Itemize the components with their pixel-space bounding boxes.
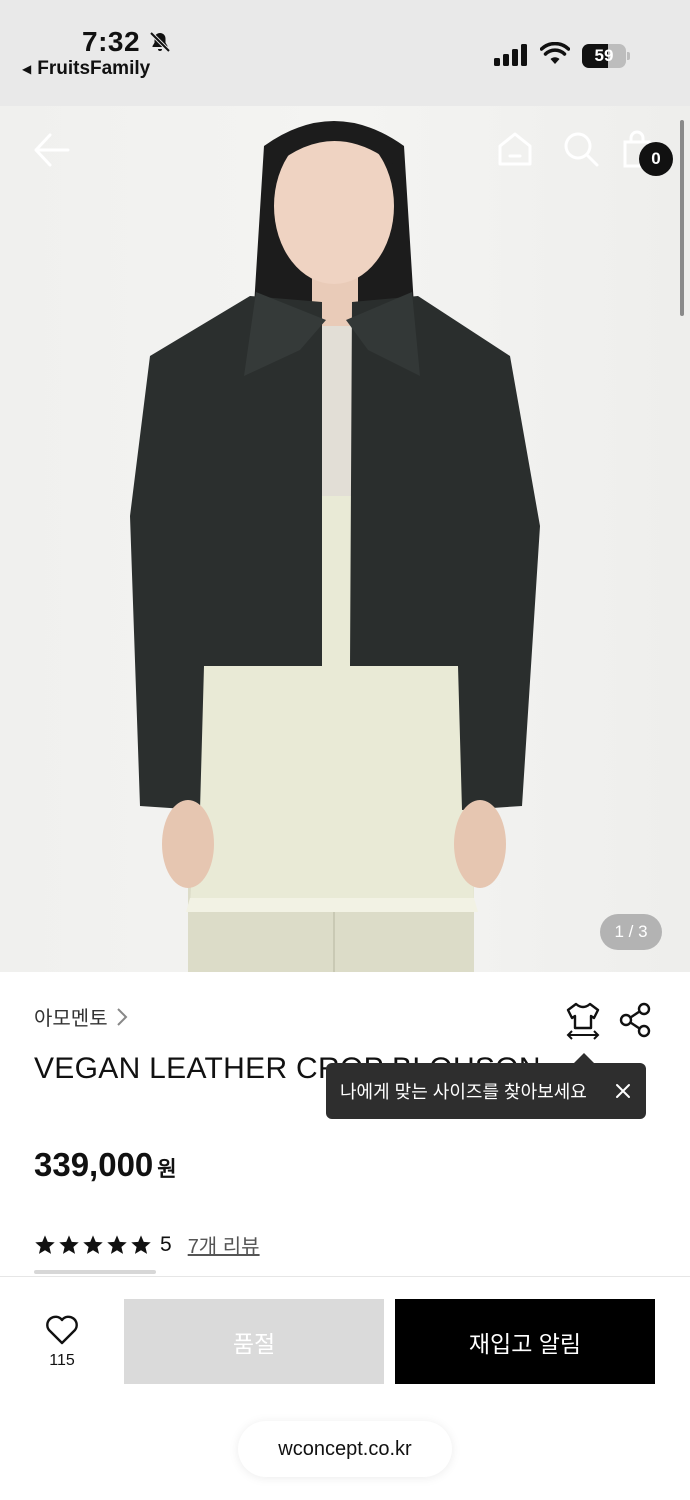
tooltip-text: 나에게 맞는 사이즈를 찾아보세요	[340, 1082, 587, 1102]
status-bar: 7:32 ◀ FruitsFamily 59	[0, 0, 690, 106]
bottom-action-bar: 115 품절 재입고 알림 wconcept.co.kr	[0, 1276, 690, 1500]
gallery-page-counter: 1 / 3	[600, 914, 662, 950]
brand-link[interactable]: 아모멘토	[34, 1002, 128, 1031]
price-value: 339,000	[34, 1146, 154, 1183]
rating-stars	[34, 1234, 152, 1256]
section-divider	[34, 1270, 156, 1274]
size-guide-shirt-icon[interactable]	[564, 1000, 602, 1040]
star-icon	[83, 1234, 103, 1254]
restock-alert-button[interactable]: 재입고 알림	[395, 1299, 655, 1384]
home-icon[interactable]	[496, 130, 534, 168]
back-app-label: FruitsFamily	[37, 58, 151, 79]
rating-row: 5 7개 리뷰	[34, 1230, 260, 1259]
share-icon[interactable]	[618, 1002, 652, 1038]
product-photo	[130, 121, 540, 972]
battery-icon: 59	[582, 44, 630, 68]
wifi-icon	[540, 42, 570, 64]
soldout-button[interactable]: 품절	[124, 1299, 384, 1384]
like-count: 115	[49, 1352, 75, 1369]
heart-icon	[46, 1315, 78, 1345]
bell-slash-icon	[149, 31, 171, 53]
search-icon[interactable]	[562, 130, 600, 168]
product-price: 339,000 원	[34, 1146, 177, 1184]
star-icon	[35, 1234, 55, 1254]
back-to-app-link[interactable]: ◀ FruitsFamily	[22, 58, 150, 80]
back-triangle-icon: ◀	[22, 62, 32, 76]
star-icon	[107, 1234, 127, 1254]
status-time: 7:32	[82, 26, 141, 57]
cart-count-badge[interactable]: 0	[639, 142, 673, 176]
chevron-right-icon	[116, 1007, 128, 1026]
brand-name: 아모멘토	[34, 1008, 108, 1030]
rating-score: 5	[160, 1232, 172, 1256]
scroll-indicator	[680, 120, 684, 316]
like-button[interactable]: 115	[38, 1315, 86, 1370]
close-icon[interactable]	[614, 1082, 632, 1100]
price-unit: 원	[157, 1158, 177, 1181]
star-icon	[131, 1234, 151, 1254]
product-image-gallery[interactable]: 0 1 / 3	[0, 106, 690, 972]
size-tooltip: 나에게 맞는 사이즈를 찾아보세요	[326, 1053, 646, 1119]
battery-level: 59	[594, 46, 614, 65]
review-link[interactable]: 7개 리뷰	[188, 1230, 260, 1259]
arrow-left-icon[interactable]	[32, 132, 72, 168]
star-icon	[59, 1234, 79, 1254]
cellular-signal-icon	[494, 44, 527, 66]
browser-url-bar[interactable]: wconcept.co.kr	[238, 1421, 452, 1477]
